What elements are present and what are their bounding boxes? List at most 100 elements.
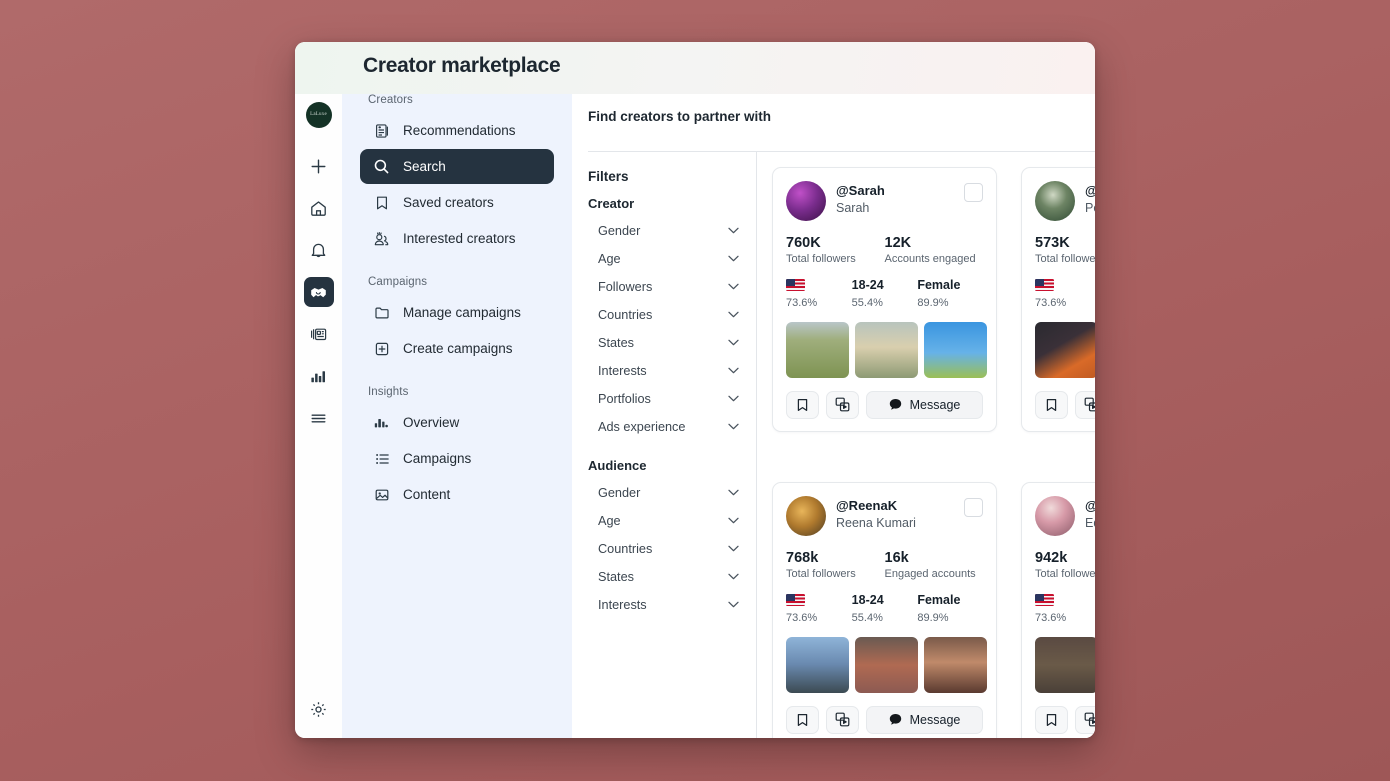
nav-item-overview[interactable]: Overview [360, 405, 554, 440]
demo-country: 73.6% [1035, 593, 1095, 624]
filter-row-creator-countries[interactable]: Countries [588, 301, 756, 329]
stat-value: 16k [884, 549, 909, 566]
demo-value: 89.9% [917, 611, 949, 624]
add-icon[interactable] [304, 151, 334, 181]
notifications-icon[interactable] [304, 235, 334, 265]
filter-label: Portfolios [598, 391, 651, 406]
stat-label: Total followers [786, 567, 856, 580]
filter-row-audience-gender[interactable]: Gender [588, 479, 756, 507]
bookmark-icon [373, 194, 390, 211]
nav-item-recommendations[interactable]: Recommendations [360, 113, 554, 148]
message-label: Message [909, 397, 961, 412]
thumbnail[interactable] [1035, 636, 1095, 693]
chevron-down-icon [728, 546, 739, 552]
creator-card[interactable]: @Pe Pe 573K Total followers [1021, 166, 1095, 432]
nav-item-campaigns-insights[interactable]: Campaigns [360, 441, 554, 476]
thumbnail[interactable] [855, 321, 918, 378]
filter-row-creator-states[interactable]: States [588, 329, 756, 357]
folder-icon [373, 304, 390, 321]
stat-label: Accounts engaged [884, 252, 976, 265]
filter-row-creator-portfolios[interactable]: Portfolios [588, 385, 756, 413]
demo-value: 55.4% [851, 611, 883, 624]
bookmark-icon[interactable] [786, 705, 819, 734]
chat-bubble-icon [889, 714, 901, 726]
demo-value: 89.9% [917, 296, 949, 309]
chevron-down-icon [728, 602, 739, 608]
creator-name: Reena Kumari [836, 515, 916, 530]
add-to-collection-icon[interactable] [1075, 390, 1095, 419]
nav-item-label: Recommendations [403, 123, 516, 138]
filter-row-creator-ads-experience[interactable]: Ads experience [588, 413, 756, 441]
bookmark-icon[interactable] [786, 390, 819, 419]
thumbnail[interactable] [786, 636, 849, 693]
filter-row-audience-age[interactable]: Age [588, 507, 756, 535]
nav-item-content[interactable]: Content [360, 477, 554, 512]
filter-row-creator-interests[interactable]: Interests [588, 357, 756, 385]
content-body: Find creators to partner with Filters Cr… [572, 42, 1095, 738]
menu-icon[interactable] [304, 403, 334, 433]
card-header: @Ed Ed [1035, 495, 1095, 536]
list-card-icon [373, 122, 390, 139]
add-to-collection-icon[interactable] [1075, 705, 1095, 734]
creator-stats: 573K Total followers [1035, 235, 1095, 265]
filter-row-creator-gender[interactable]: Gender [588, 217, 756, 245]
home-icon[interactable] [304, 193, 334, 223]
bar-chart-icon[interactable] [304, 361, 334, 391]
filter-group-label: Creator [588, 195, 635, 211]
nav-item-manage-campaigns[interactable]: Manage campaigns [360, 295, 554, 330]
nav-item-search[interactable]: Search [360, 149, 554, 184]
stat-total-followers: 768k Total followers [786, 550, 885, 580]
message-button[interactable]: Message [866, 705, 983, 734]
demo-label: 18-24 [851, 278, 884, 293]
creator-thumbnails [786, 636, 987, 693]
chat-bubble-icon [889, 399, 901, 411]
filter-row-audience-interests[interactable]: Interests [588, 591, 756, 619]
thumbnail[interactable] [786, 321, 849, 378]
add-to-collection-icon[interactable] [826, 390, 859, 419]
logo-play-circle-icon[interactable] [304, 58, 334, 88]
filter-row-audience-countries[interactable]: Countries [588, 535, 756, 563]
filters-heading: Filters [588, 168, 629, 184]
demo-gender: Female 89.9% [917, 593, 983, 624]
nav-item-saved-creators[interactable]: Saved creators [360, 185, 554, 220]
chevron-down-icon [728, 490, 739, 496]
gear-icon[interactable] [304, 694, 334, 724]
add-to-collection-icon[interactable] [826, 705, 859, 734]
select-creator-checkbox[interactable] [964, 182, 983, 202]
creator-card[interactable]: @Sarah Sarah 760K Total followers 12K Ac… [772, 166, 997, 432]
creator-thumbnails [786, 321, 987, 378]
thumbnail[interactable] [924, 321, 987, 378]
filter-label: Gender [598, 223, 641, 238]
creator-card[interactable]: @ReenaK Reena Kumari 768k Total follower… [772, 481, 997, 738]
bookmark-icon[interactable] [1035, 705, 1068, 734]
nav-item-interested-creators[interactable]: Interested creators [360, 221, 554, 256]
account-avatar[interactable]: LaLuxe [305, 102, 332, 128]
demo-value: 55.4% [851, 296, 883, 309]
filter-row-creator-followers[interactable]: Followers [588, 273, 756, 301]
demo-value: 73.6% [786, 296, 818, 309]
card-actions: Message [1035, 390, 1095, 419]
filter-row-creator-age[interactable]: Age [588, 245, 756, 273]
creator-demographics: 73.6% [1035, 593, 1095, 624]
thumbnail[interactable] [1035, 321, 1095, 378]
handshake-icon[interactable] [303, 277, 334, 307]
stat-accounts-engaged: 12K Accounts engaged [885, 235, 984, 265]
creator-name: Pe [1085, 200, 1095, 215]
thumbnail[interactable] [855, 636, 918, 693]
filter-row-audience-states[interactable]: States [588, 563, 756, 591]
thumbnail[interactable] [924, 636, 987, 693]
chevron-down-icon [728, 340, 739, 346]
bookmark-icon[interactable] [1035, 390, 1068, 419]
demo-country: 73.6% [786, 278, 852, 309]
nav-item-label: Content [403, 487, 451, 502]
filter-group-creator: Creator Gender Age Followers Countries S… [588, 196, 756, 441]
card-actions: Message [1035, 705, 1095, 734]
select-creator-checkbox[interactable] [964, 497, 983, 517]
message-button[interactable]: Message [866, 390, 983, 419]
chevron-down-icon [728, 368, 739, 374]
creator-card[interactable]: @Ed Ed 942k Total followers [1021, 481, 1095, 738]
creator-handle: @Sarah [836, 182, 885, 198]
cards-icon[interactable] [304, 319, 334, 349]
creator-identity: @Pe Pe [1085, 181, 1095, 216]
nav-item-create-campaigns[interactable]: Create campaigns [360, 331, 554, 366]
